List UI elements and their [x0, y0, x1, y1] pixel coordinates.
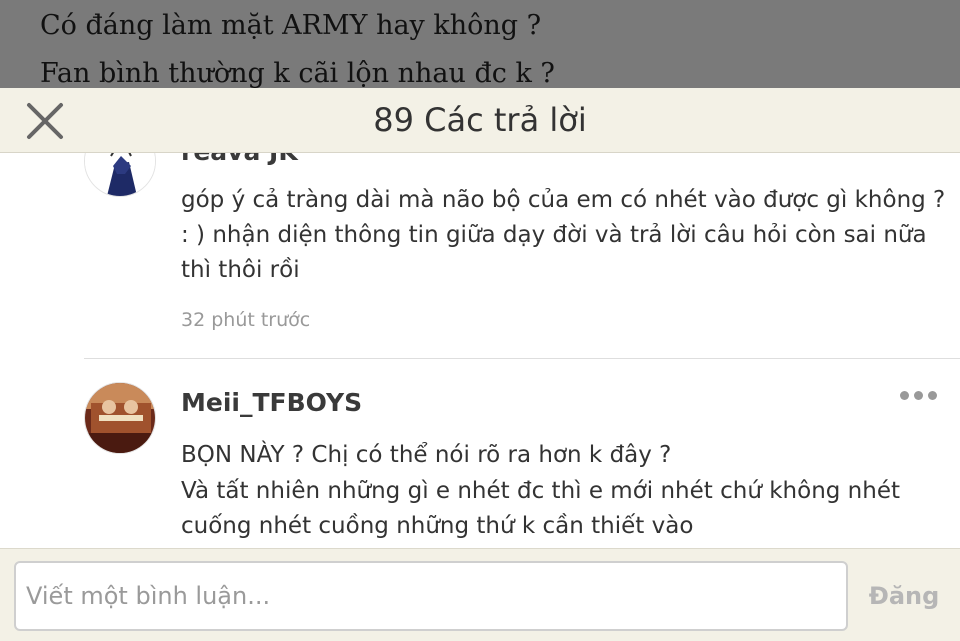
background-post: Có đáng làm mặt ARMY hay không ? Fan bìn…	[0, 0, 960, 90]
more-dots-icon	[914, 391, 923, 400]
comment-text: Và tất nhiên những gì e nhét đc thì e mớ…	[181, 478, 901, 504]
more-dots-icon	[900, 391, 909, 400]
background-post-line: Fan bình thường k cãi lộn nhau đc k ?	[40, 58, 555, 89]
avatar-image-icon	[85, 153, 155, 196]
comment-text: góp ý cả tràng dài mà não bộ của em có n…	[181, 187, 946, 213]
post-button[interactable]: Đăng	[862, 561, 946, 631]
comment-list[interactable]: reava JK góp ý cả tràng dài mà não bộ củ…	[0, 153, 960, 548]
more-options-button[interactable]	[896, 386, 940, 406]
comment-timestamp: 32 phút trước	[181, 309, 311, 331]
comment-text: cuống nhét cuồng những thứ k cần thiết v…	[181, 513, 694, 539]
replies-header: 89 Các trả lời	[0, 88, 960, 153]
comment-author[interactable]: reava JK	[181, 153, 298, 166]
comment-text: BỌN NÀY ? Chị có thể nói rõ ra hơn k đây…	[181, 442, 672, 468]
comment-author[interactable]: Meii_TFBOYS	[181, 388, 362, 417]
comment-input[interactable]	[14, 561, 848, 631]
comment-composer: Đăng	[0, 548, 960, 641]
avatar[interactable]	[84, 153, 156, 197]
page-title: 89 Các trả lời	[373, 101, 587, 139]
background-post-line: Có đáng làm mặt ARMY hay không ?	[40, 10, 542, 41]
avatar[interactable]	[84, 382, 156, 454]
comment-text: thì thôi rồi	[181, 257, 300, 283]
avatar-image-icon	[85, 383, 155, 453]
more-dots-icon	[928, 391, 937, 400]
comment-divider	[84, 358, 960, 359]
comment-text: : ) nhận diện thông tin giữa dạy đời và …	[181, 222, 927, 248]
